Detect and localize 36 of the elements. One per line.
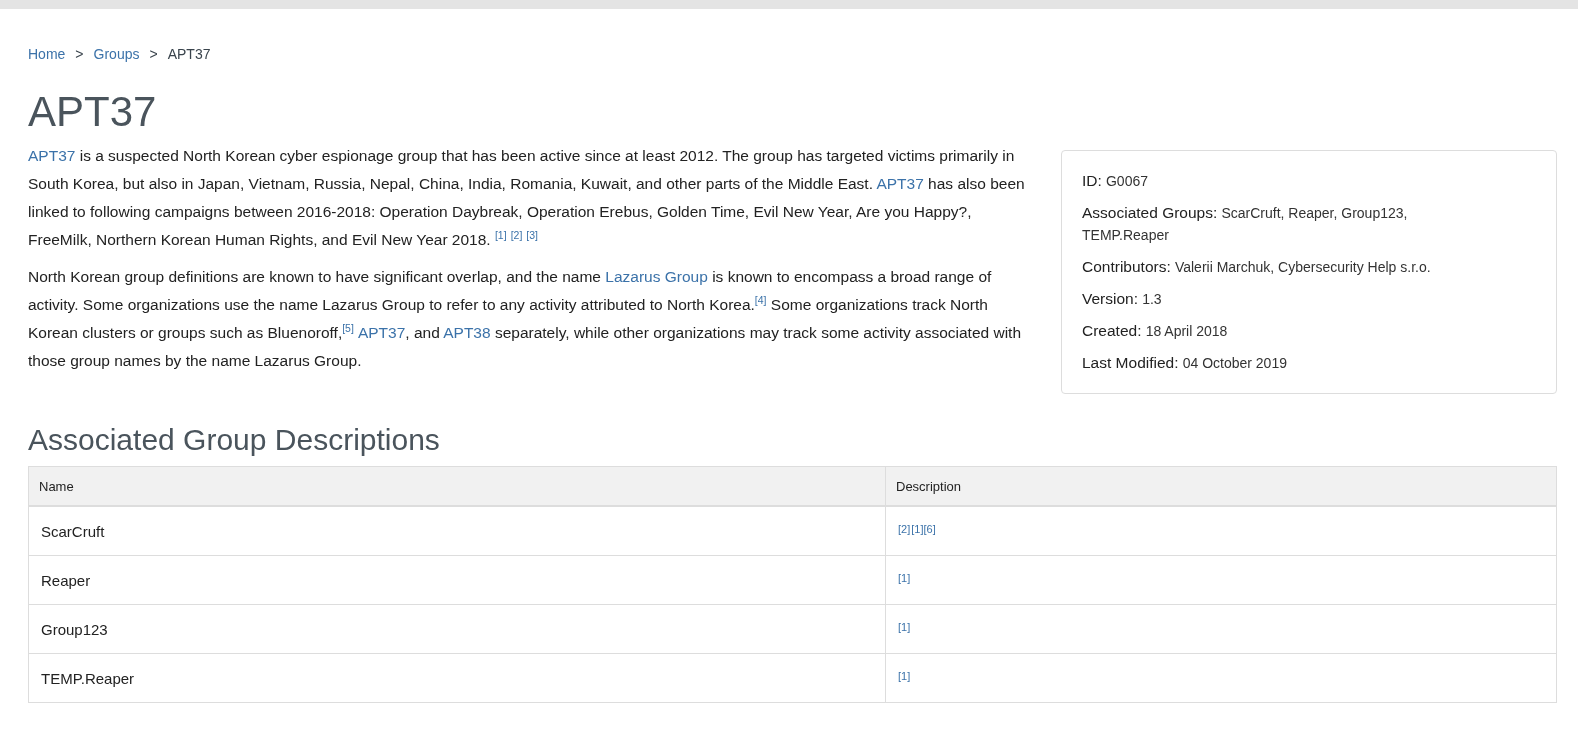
reference-link[interactable]: [4]: [754, 293, 767, 306]
reference-link[interactable]: [1]: [898, 572, 911, 584]
table-cell: Reaper: [28, 555, 886, 605]
reference-link[interactable]: [1]: [898, 621, 911, 633]
text-link[interactable]: Lazarus Group: [605, 268, 708, 285]
breadcrumb-link[interactable]: Home: [28, 46, 66, 63]
reference-link[interactable]: [6]: [923, 523, 936, 535]
text-link[interactable]: APT37: [28, 147, 76, 164]
reference-link[interactable]: [1]: [494, 228, 507, 241]
reference-link[interactable]: [3]: [526, 228, 538, 241]
column-header: Name: [28, 466, 886, 506]
breadcrumb-link[interactable]: Groups: [93, 46, 140, 63]
table-cell: TEMP.Reaper: [28, 653, 886, 703]
reference-link[interactable]: [1]: [911, 523, 924, 535]
info-row-text: Contributors: Valerii Marchuk, Cybersecurity Help s.r.o.: [1082, 257, 1432, 277]
description-paragraph: North Korean group definitions are known to have significant overlap, and the name Lazarus Group is known to encompass a broad range of activity. Some organizations use the name Lazarus Group to refer to any activity attributed to North Korea.$^{[4]}$ Some organizations track North Korean clusters or groups such as Bluenoroff,$^{[5]}$ APT37, and APT38 separately, while other organizations may track some activity associated with those group names by the name Lazarus Group.: [28, 267, 1022, 371]
info-row-text: Associated Groups: ScarCruft, Reaper, Group123, TEMP.Reaper: [1082, 203, 1409, 245]
info-row-text: ID: G0067: [1082, 171, 1150, 191]
reference-link[interactable]: [1]: [898, 670, 911, 682]
page-title: APT37: [28, 88, 158, 136]
table-cell: ScarCruft: [28, 506, 886, 556]
breadcrumb-separator: >: [149, 46, 158, 63]
breadcrumb-separator: >: [75, 46, 84, 63]
column-header: Description: [885, 466, 1557, 506]
info-row-text: Created: 18 April 2018: [1082, 321, 1229, 341]
info-row-text: Last Modified: 04 October 2019: [1082, 353, 1288, 373]
reference-link[interactable]: [2]: [510, 228, 523, 241]
breadcrumb-current: APT37: [167, 46, 211, 63]
table-cell: Group123: [28, 604, 886, 654]
reference-link[interactable]: [5]: [342, 321, 354, 334]
text-link[interactable]: APT37: [357, 324, 406, 341]
text-link[interactable]: APT37: [876, 175, 924, 192]
text-link[interactable]: APT38: [443, 324, 491, 341]
section-title: Associated Group Descriptions: [28, 422, 441, 458]
reference-link[interactable]: [2]: [898, 523, 911, 535]
info-row-text: Version: 1.3: [1082, 289, 1163, 309]
